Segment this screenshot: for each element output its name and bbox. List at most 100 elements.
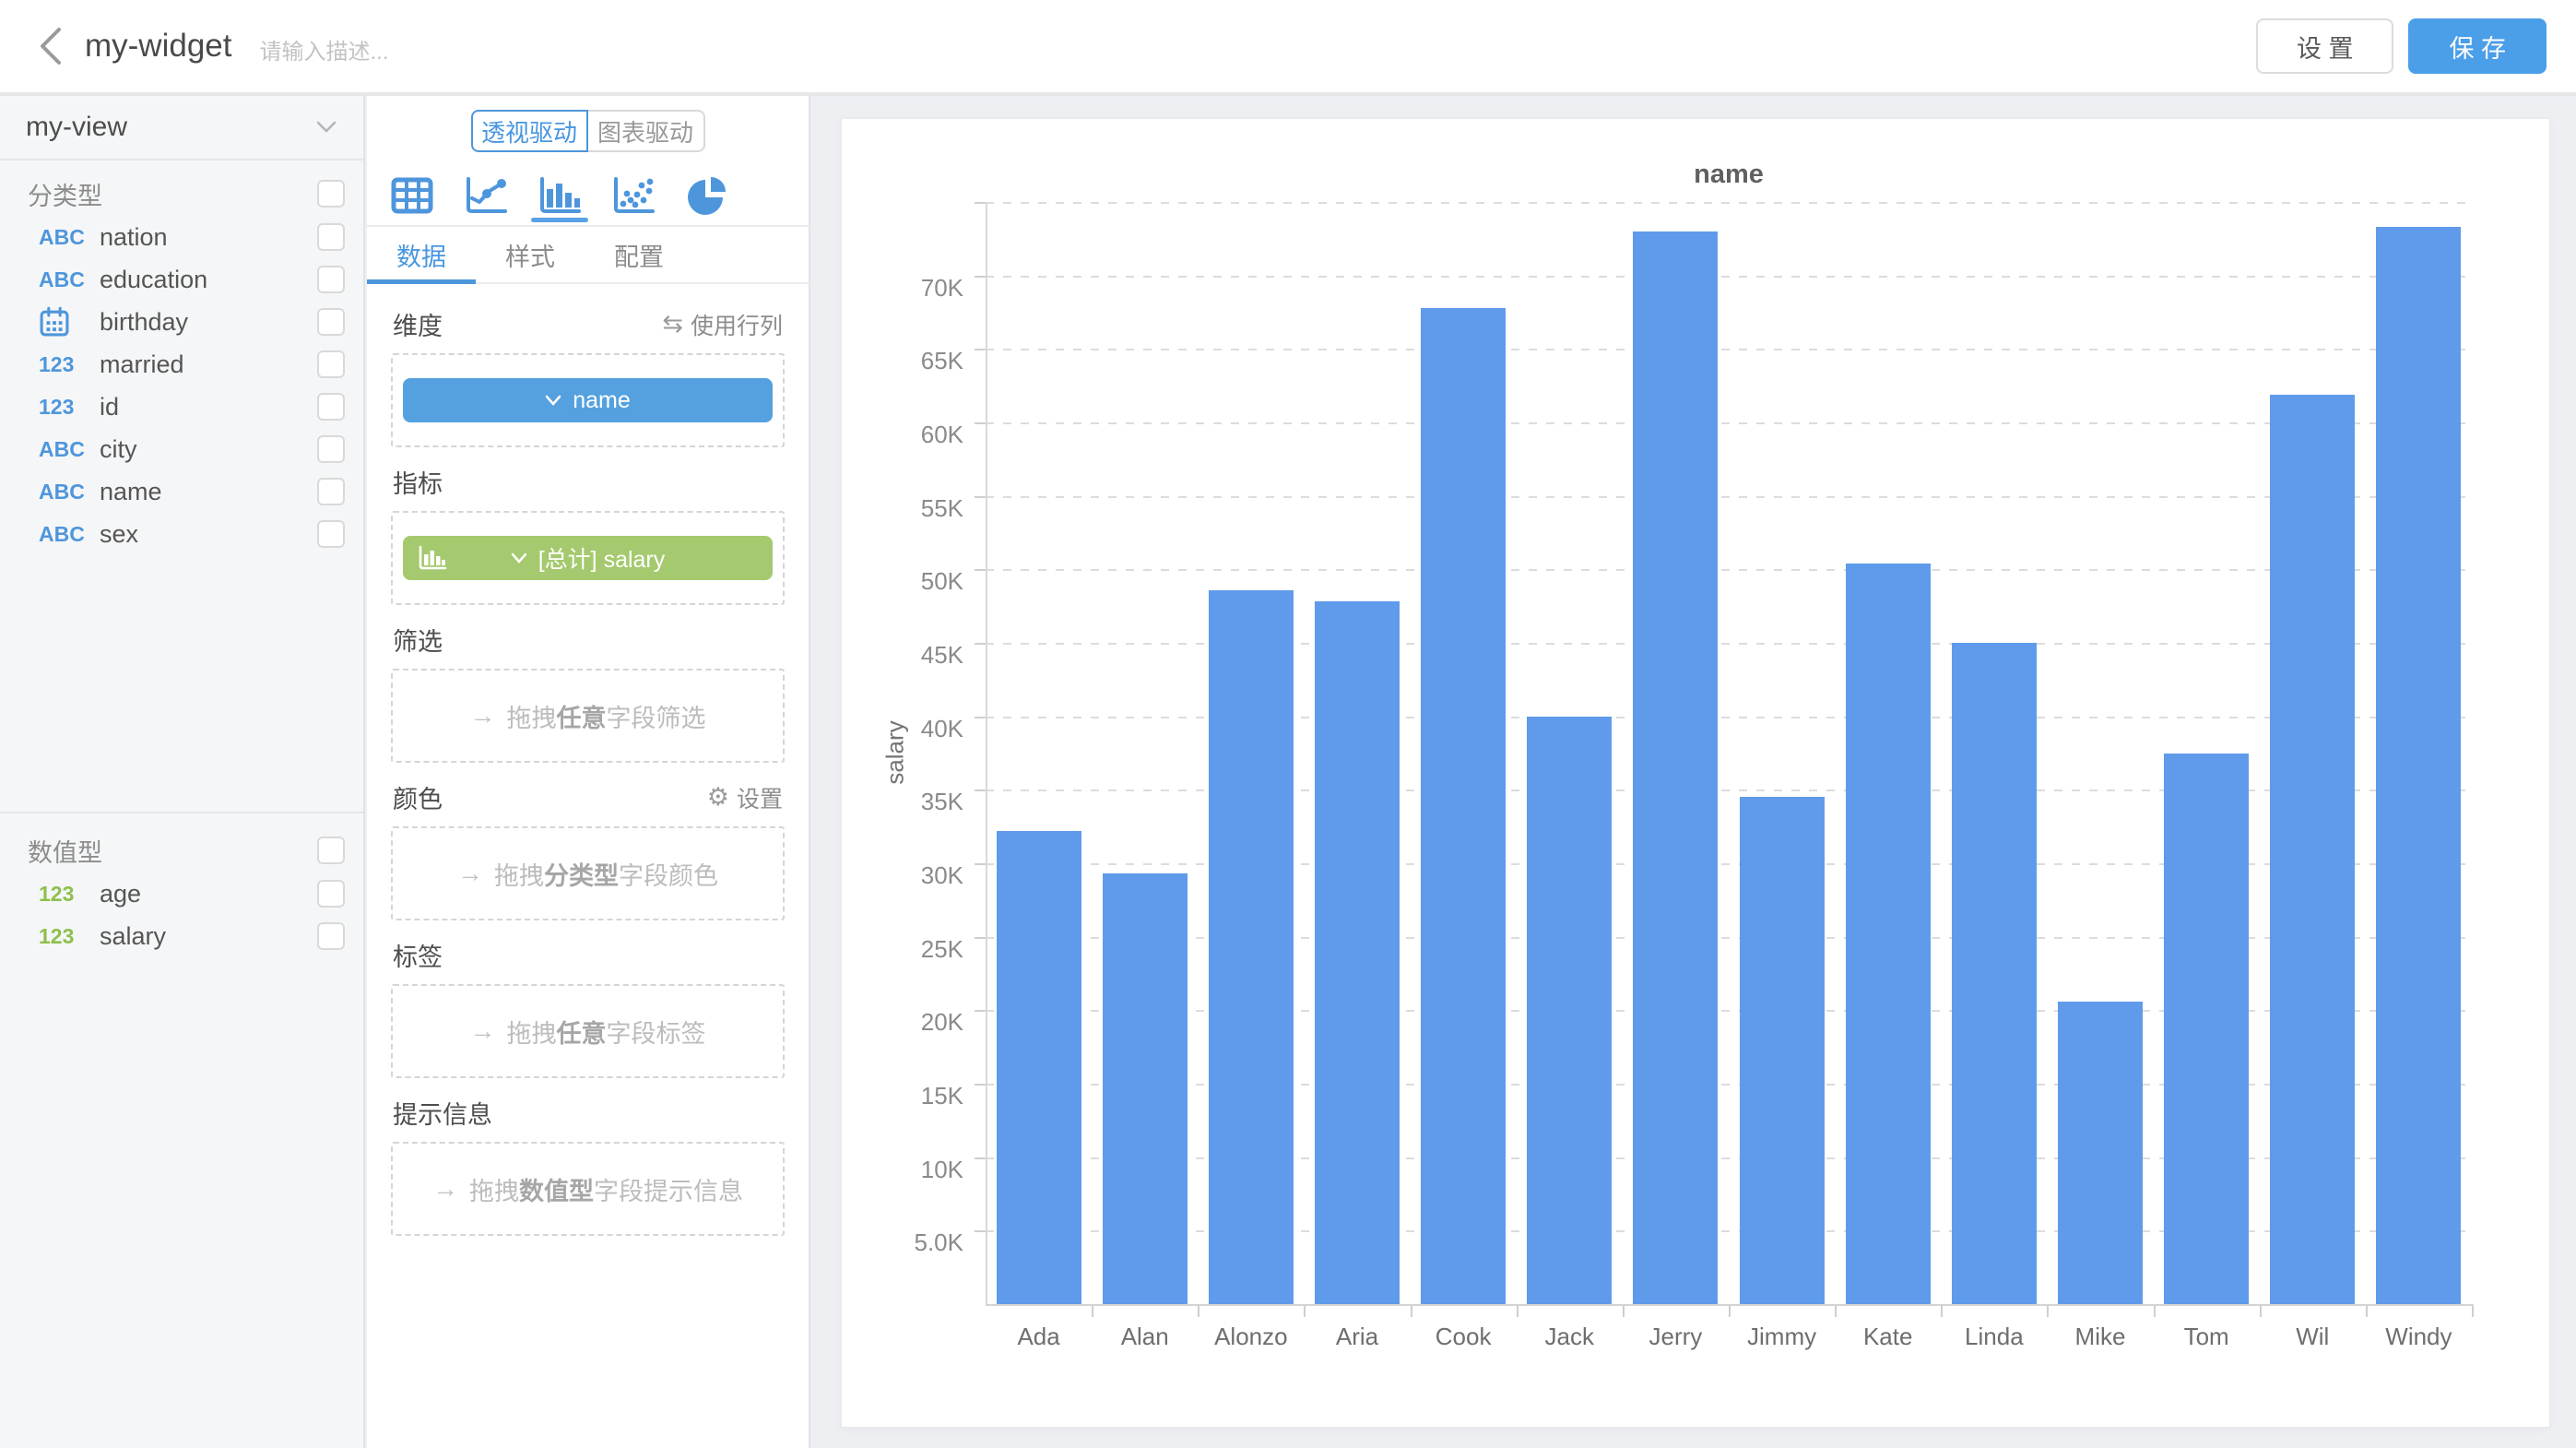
y-axis-label: 50K xyxy=(842,567,963,596)
bar-Jack[interactable] xyxy=(1527,717,1612,1304)
y-axis-tick xyxy=(975,789,986,791)
bar-Jimmy[interactable] xyxy=(1740,797,1825,1304)
y-axis-label: 30K xyxy=(842,861,963,890)
y-axis-tick xyxy=(975,1230,986,1232)
field-checkbox[interactable] xyxy=(317,520,345,548)
bar-Aria[interactable] xyxy=(1315,601,1400,1304)
bar-Linda[interactable] xyxy=(1952,643,2037,1304)
bar-Alonzo[interactable] xyxy=(1209,590,1294,1304)
settings-button[interactable]: 设 置 xyxy=(2256,18,2394,74)
tooltip-dropzone[interactable]: → 拖拽数值型字段提示信息 xyxy=(391,1142,785,1236)
bar-Windy[interactable] xyxy=(2376,227,2461,1304)
field-checkbox[interactable] xyxy=(317,435,345,463)
x-axis-tick xyxy=(1411,1306,1412,1317)
tab-style[interactable]: 样式 xyxy=(476,227,585,282)
view-name: my-view xyxy=(26,112,127,143)
sidebar: my-view 分类型 ABCnationABCeducation birthday… xyxy=(0,96,365,1448)
x-axis-label: Aria xyxy=(1304,1323,1410,1351)
bar-Ada[interactable] xyxy=(997,831,1081,1304)
x-axis-tick xyxy=(2047,1306,2049,1317)
color-settings-action[interactable]: ⚙ 设置 xyxy=(707,781,783,814)
chevron-down-icon xyxy=(545,395,561,406)
color-dropzone[interactable]: → 拖拽分类型字段颜色 xyxy=(391,826,785,920)
bar-Alan[interactable] xyxy=(1103,873,1188,1304)
x-axis-tick xyxy=(2154,1306,2156,1317)
bar-Kate[interactable] xyxy=(1846,564,1931,1304)
tooltip-placeholder: → 拖拽数值型字段提示信息 xyxy=(432,1171,743,1207)
field-checkbox[interactable] xyxy=(317,266,345,293)
chart-type-table[interactable] xyxy=(382,166,443,225)
field-row-name[interactable]: ABCname xyxy=(0,470,363,513)
bar-Wil[interactable] xyxy=(2270,395,2355,1304)
field-row-sex[interactable]: ABCsex xyxy=(0,513,363,555)
field-label: age xyxy=(100,880,317,908)
field-row-education[interactable]: ABCeducation xyxy=(0,258,363,301)
view-selector[interactable]: my-view xyxy=(0,96,363,160)
tag-dropzone[interactable]: → 拖拽任意字段标签 xyxy=(391,984,785,1078)
field-checkbox[interactable] xyxy=(317,393,345,421)
y-axis-tick xyxy=(975,863,986,865)
y-axis-label: 20K xyxy=(842,1008,963,1037)
field-row-salary[interactable]: 123salary xyxy=(0,915,363,957)
chart-type-line[interactable] xyxy=(455,166,516,225)
line-chart-icon xyxy=(464,176,508,215)
field-label: city xyxy=(100,435,317,464)
bar-chart-icon xyxy=(538,176,582,215)
field-row-married[interactable]: 123married xyxy=(0,343,363,386)
mode-tab-chart[interactable]: 图表驱动 xyxy=(588,110,705,152)
filter-label: 筛选 xyxy=(393,622,443,658)
field-checkbox[interactable] xyxy=(317,308,345,336)
field-checkbox[interactable] xyxy=(317,880,345,908)
dimension-dropzone[interactable]: name xyxy=(391,353,785,447)
tab-data[interactable]: 数据 xyxy=(367,227,476,282)
field-row-age[interactable]: 123age xyxy=(0,872,363,915)
metric-pill[interactable]: [总计] salary xyxy=(403,536,773,580)
y-axis-label: 55K xyxy=(842,494,963,523)
x-axis-label: Wil xyxy=(2260,1323,2366,1351)
mode-switch: 透视驱动 图表驱动 xyxy=(367,96,809,166)
bar-Jerry[interactable] xyxy=(1633,231,1718,1304)
y-axis-tick xyxy=(975,349,986,350)
field-row-id[interactable]: 123id xyxy=(0,386,363,428)
gridline xyxy=(986,496,2472,498)
field-checkbox[interactable] xyxy=(317,478,345,505)
bar-Mike[interactable] xyxy=(2058,1002,2143,1304)
x-axis-tick xyxy=(1304,1306,1306,1317)
chart-type-pie[interactable] xyxy=(677,166,738,225)
bar-Tom[interactable] xyxy=(2164,754,2249,1305)
section-checkbox[interactable] xyxy=(317,180,345,208)
chart-type-bar[interactable] xyxy=(529,166,590,225)
swap-icon: ⇆ xyxy=(662,310,683,338)
x-axis-label: Ada xyxy=(986,1323,1092,1351)
metric-dropzone[interactable]: [总计] salary xyxy=(391,511,785,605)
field-checkbox[interactable] xyxy=(317,350,345,378)
sidebar-section: 数值型123age123salary xyxy=(0,812,363,957)
bar-Cook[interactable] xyxy=(1421,308,1506,1304)
field-checkbox[interactable] xyxy=(317,223,345,251)
field-row-nation[interactable]: ABCnation xyxy=(0,216,363,258)
pie-chart-icon xyxy=(686,175,728,216)
section-title: 分类型 xyxy=(28,176,102,212)
tooltip-label: 提示信息 xyxy=(393,1095,492,1131)
gear-icon: ⚙ xyxy=(707,783,729,812)
text-field-icon: ABC xyxy=(39,480,100,504)
text-field-icon: ABC xyxy=(39,522,100,547)
gridline xyxy=(986,276,2472,278)
use-rows-cols-action[interactable]: ⇆ 使用行列 xyxy=(662,308,783,341)
field-checkbox[interactable] xyxy=(317,922,345,950)
filter-dropzone[interactable]: → 拖拽任意字段筛选 xyxy=(391,669,785,763)
section-checkbox[interactable] xyxy=(317,837,345,864)
y-axis-label: 35K xyxy=(842,788,963,816)
y-axis-label: 65K xyxy=(842,347,963,375)
save-button[interactable]: 保 存 xyxy=(2408,18,2546,74)
tab-config[interactable]: 配置 xyxy=(585,227,693,282)
field-row-birthday[interactable]: birthday xyxy=(0,301,363,343)
chart-type-scatter[interactable] xyxy=(603,166,664,225)
mode-tab-pivot[interactable]: 透视驱动 xyxy=(471,110,588,152)
field-label: birthday xyxy=(100,308,317,337)
description-input[interactable]: 请输入描述... xyxy=(259,28,2240,65)
color-settings-label: 设置 xyxy=(737,781,783,814)
field-row-city[interactable]: ABCcity xyxy=(0,428,363,470)
back-button[interactable] xyxy=(30,25,72,67)
dimension-pill[interactable]: name xyxy=(403,378,773,422)
